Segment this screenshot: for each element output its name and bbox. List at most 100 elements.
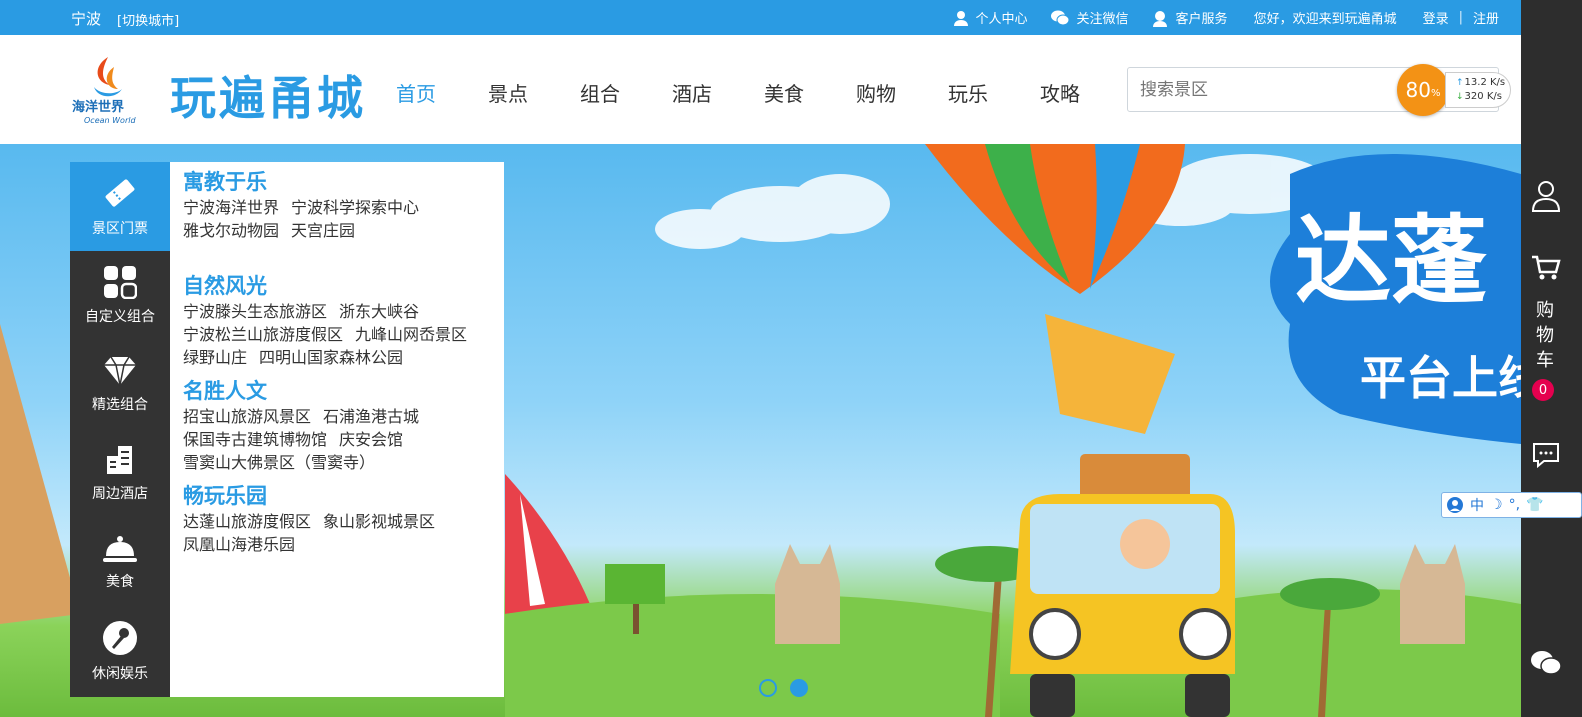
login-link[interactable]: 登录 <box>1423 8 1449 27</box>
moon-icon: ☽ <box>1490 497 1503 513</box>
cart-icon <box>1531 255 1561 280</box>
group-culture: 名胜人文 招宝山旅游风景区 石浦渔港古城 保国寺古建筑博物馆 庆安会馆 雪窦山大佛景… <box>183 377 504 474</box>
category-label: 精选组合 <box>92 397 148 413</box>
network-speed-readout: 13.2 K/s 320 K/s <box>1445 72 1511 108</box>
link-row: 招宝山旅游风景区 石浦渔港古城 <box>183 405 504 428</box>
attraction-link[interactable]: 雪窦山大佛景区（雪窦寺） <box>183 453 375 472</box>
svg-text:Ocean World: Ocean World <box>84 116 136 125</box>
top-bar: 宁波 [切换城市] 个人中心 关注微信 客户服务 您好，欢迎来到玩遍甬城 登录 … <box>0 0 1521 35</box>
link-row: 绿野山庄 四明山国家森林公园 <box>183 346 504 369</box>
category-featured-combo[interactable]: 精选组合 <box>70 340 170 429</box>
customer-service-link[interactable]: 客户服务 <box>1151 8 1228 27</box>
banner-headline: 达蓬 <box>1295 205 1487 317</box>
nav-attractions[interactable]: 景点 <box>488 78 528 107</box>
attraction-link[interactable]: 宁波滕头生态旅游区 <box>183 302 327 321</box>
sidebar-user[interactable] <box>1521 180 1570 212</box>
top-links: 个人中心 关注微信 客户服务 您好，欢迎来到玩遍甬城 登录 | 注册 <box>931 0 1499 35</box>
category-nearby-hotels[interactable]: 周边酒店 <box>70 429 170 518</box>
category-tickets[interactable]: 景区门票 <box>70 162 170 251</box>
svg-text:海洋世界: 海洋世界 <box>72 99 124 115</box>
nav-shopping[interactable]: 购物 <box>856 78 896 107</box>
carousel-dot-2[interactable] <box>790 679 808 697</box>
ticket-icon <box>105 179 135 207</box>
category-label: 景区门票 <box>92 221 148 237</box>
main-nav: 首页 景点 组合 酒店 美食 购物 玩乐 攻略 <box>396 78 1132 107</box>
divider: | <box>1458 10 1463 25</box>
category-food[interactable]: 美食 <box>70 518 170 607</box>
download-speed: 320 K/s <box>1456 90 1510 104</box>
attraction-link[interactable]: 九峰山网岙景区 <box>355 325 467 344</box>
nav-combos[interactable]: 组合 <box>580 78 620 107</box>
register-link[interactable]: 注册 <box>1473 8 1499 27</box>
ime-toolbar[interactable]: 中 ☽ °, 👕 <box>1441 492 1582 518</box>
category-label: 自定义组合 <box>85 309 155 325</box>
link-row: 达蓬山旅游度假区 象山影视城景区 <box>183 510 504 533</box>
category-custom-combo[interactable]: 自定义组合 <box>70 251 170 340</box>
upload-speed: 13.2 K/s <box>1456 76 1510 90</box>
group-title[interactable]: 寓教于乐 <box>183 168 504 196</box>
punctuation-icon: °, <box>1508 497 1521 513</box>
nav-hotels[interactable]: 酒店 <box>672 78 712 107</box>
nav-home[interactable]: 首页 <box>396 78 436 107</box>
group-title[interactable]: 畅玩乐园 <box>183 482 504 510</box>
ocean-world-logo[interactable]: 海洋世界 Ocean World <box>70 53 140 125</box>
nav-food[interactable]: 美食 <box>764 78 804 107</box>
follow-wechat-label: 关注微信 <box>1076 12 1129 27</box>
attraction-link[interactable]: 绿野山庄 <box>183 348 247 367</box>
cart-label[interactable]: 购物车 <box>1534 298 1556 373</box>
attraction-link[interactable]: 宁波海洋世界 <box>183 198 279 217</box>
category-leisure[interactable]: 休闲娱乐 <box>70 607 170 696</box>
ime-mode: 中 <box>1470 498 1484 514</box>
customer-service-label: 客户服务 <box>1175 12 1228 27</box>
sidebar-cart[interactable] <box>1521 255 1570 281</box>
speed-percent-unit: % <box>1430 87 1441 99</box>
wechat-icon <box>1050 10 1070 25</box>
link-row: 宁波松兰山旅游度假区 九峰山网岙景区 <box>183 323 504 346</box>
attraction-link[interactable]: 招宝山旅游风景区 <box>183 407 311 426</box>
attraction-link[interactable]: 凤凰山海港乐园 <box>183 535 295 554</box>
attraction-link[interactable]: 宁波松兰山旅游度假区 <box>183 325 343 344</box>
group-title[interactable]: 名胜人文 <box>183 377 504 405</box>
chat-icon <box>1532 443 1559 468</box>
link-row: 宁波海洋世界 宁波科学探索中心 <box>183 196 504 219</box>
sidebar-wechat[interactable] <box>1521 650 1570 676</box>
banner-subline: 平台上线 <box>1360 351 1521 405</box>
attraction-link[interactable]: 雅戈尔动物园 <box>183 221 279 240</box>
cloche-icon <box>103 536 137 562</box>
attraction-link[interactable]: 石浦渔港古城 <box>323 407 419 426</box>
group-education: 寓教于乐 宁波海洋世界 宁波科学探索中心 雅戈尔动物园 天宫庄园 <box>183 168 504 242</box>
group-parks: 畅玩乐园 达蓬山旅游度假区 象山影视城景区 凤凰山海港乐园 <box>183 482 504 556</box>
attraction-panel: 寓教于乐 宁波海洋世界 宁波科学探索中心 雅戈尔动物园 天宫庄园 自然风光 宁波滕头… <box>170 162 504 697</box>
attraction-link[interactable]: 保国寺古建筑博物馆 <box>183 430 327 449</box>
personal-center-label: 个人中心 <box>975 12 1028 27</box>
category-label: 周边酒店 <box>92 486 148 502</box>
category-label: 美食 <box>106 574 134 590</box>
category-menu: 景区门票 自定义组合 精选组合 周边酒店 美食 休闲娱乐 <box>70 162 170 697</box>
brand-title[interactable]: 玩遍甬城 <box>170 62 366 128</box>
header: 海洋世界 Ocean World 玩遍甬城 首页 景点 组合 酒店 美食 购物 … <box>0 35 1521 144</box>
switch-city-link[interactable]: [切换城市] <box>117 10 179 29</box>
personal-center-link[interactable]: 个人中心 <box>953 8 1028 27</box>
attraction-link[interactable]: 四明山国家森林公园 <box>259 348 403 367</box>
attraction-link[interactable]: 象山影视城景区 <box>323 512 435 531</box>
grid-icon <box>104 266 137 299</box>
current-city: 宁波 <box>71 10 102 28</box>
link-row: 保国寺古建筑博物馆 庆安会馆 <box>183 428 504 451</box>
follow-wechat-link[interactable]: 关注微信 <box>1050 8 1129 27</box>
ime-logo-icon <box>1447 497 1463 513</box>
attraction-link[interactable]: 浙东大峡谷 <box>339 302 419 321</box>
sidebar-message[interactable] <box>1521 442 1570 468</box>
group-title[interactable]: 自然风光 <box>183 272 504 300</box>
attraction-link[interactable]: 天宫庄园 <box>291 221 355 240</box>
nav-guides[interactable]: 攻略 <box>1040 78 1080 107</box>
building-icon <box>107 446 132 474</box>
carousel-dot-1[interactable] <box>759 679 777 697</box>
attraction-link[interactable]: 宁波科学探索中心 <box>291 198 419 217</box>
nav-entertainment[interactable]: 玩乐 <box>948 78 988 107</box>
network-speed-ball[interactable]: 80% <box>1397 64 1449 116</box>
link-row: 凤凰山海港乐园 <box>183 533 504 556</box>
attraction-link[interactable]: 庆安会馆 <box>339 430 403 449</box>
link-row: 宁波滕头生态旅游区 浙东大峡谷 <box>183 300 504 323</box>
search-input[interactable] <box>1128 68 1388 111</box>
attraction-link[interactable]: 达蓬山旅游度假区 <box>183 512 311 531</box>
